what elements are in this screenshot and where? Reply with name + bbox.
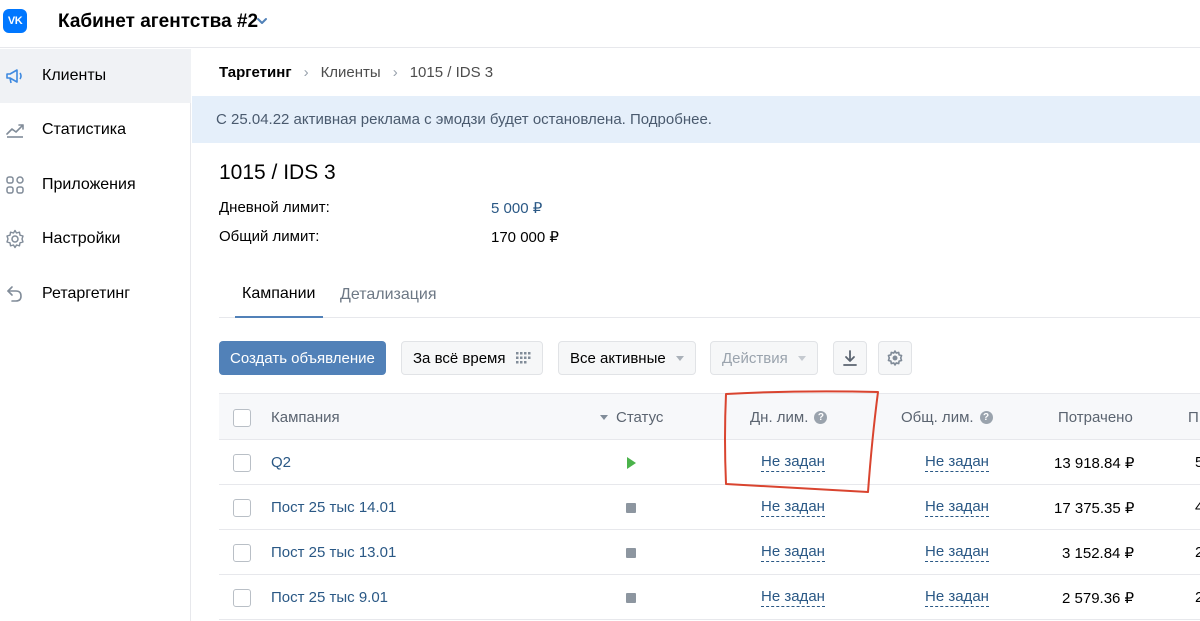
stop-icon[interactable] xyxy=(626,547,636,558)
sidebar-item-label: Статистика xyxy=(42,121,127,138)
play-icon[interactable] xyxy=(627,456,636,469)
help-icon[interactable]: ? xyxy=(814,411,828,424)
daily-limit-link[interactable]: Не задан xyxy=(761,588,825,607)
chevron-right-icon: › xyxy=(392,64,398,81)
row-checkbox[interactable] xyxy=(233,543,251,562)
sidebar: Клиенты Статистика Приложения Настройки … xyxy=(0,49,191,621)
vk-logo-icon[interactable]: VK xyxy=(3,9,27,33)
col-daily-limit[interactable]: Дн. лим. ? xyxy=(750,394,828,441)
chart-line-icon xyxy=(4,119,26,141)
chevron-down-icon[interactable] xyxy=(254,13,270,29)
daily-limit-label: Дневной лимит: xyxy=(219,199,330,216)
campaign-name[interactable]: Пост 25 тыс 9.01 xyxy=(271,589,388,606)
breadcrumb-root[interactable]: Таргетинг xyxy=(219,64,292,81)
spent-value: 17 375.35 ₽ xyxy=(1054,499,1135,517)
spent-value: 13 918.84 ₽ xyxy=(1054,454,1135,472)
gear-icon xyxy=(887,350,903,366)
tabs: Кампании Детализация xyxy=(219,271,1200,318)
help-icon[interactable]: ? xyxy=(979,411,993,424)
actions-select[interactable]: Действия xyxy=(710,341,818,375)
top-bar: VK Кабинет агентства #2 xyxy=(0,0,1200,48)
table-row[interactable]: Q2 Не задан Не задан 13 918.84 ₽ 5 xyxy=(219,440,1200,485)
sidebar-item-apps[interactable]: Приложения xyxy=(0,158,191,212)
sidebar-item-statistics[interactable]: Статистика xyxy=(0,103,191,157)
status-filter-select[interactable]: Все активные xyxy=(558,341,696,375)
download-button[interactable] xyxy=(833,341,867,375)
period-button[interactable]: За всё время xyxy=(401,341,544,375)
col-daily-limit-label: Дн. лим. xyxy=(750,409,809,426)
apps-grid-icon xyxy=(4,174,26,196)
stop-icon[interactable] xyxy=(626,592,636,603)
cabinet-title[interactable]: Кабинет агентства #2 xyxy=(58,11,258,33)
retarget-arrow-icon xyxy=(4,283,26,305)
period-label: За всё время xyxy=(413,349,506,367)
actions-label: Действия xyxy=(722,349,788,367)
select-all-checkbox[interactable] xyxy=(233,408,251,427)
col-spent[interactable]: Потрачено xyxy=(1058,394,1133,441)
create-ad-button[interactable]: Создать объявление xyxy=(219,341,386,375)
status-filter-label: Все активные xyxy=(570,349,666,367)
col-status-label: Статус xyxy=(616,409,664,426)
total-limit-link[interactable]: Не задан xyxy=(925,498,989,517)
daily-limit-value[interactable]: 5 000 ₽ xyxy=(491,199,542,217)
sidebar-item-clients[interactable]: Клиенты xyxy=(0,49,191,103)
sort-desc-icon xyxy=(600,415,608,420)
breadcrumb-current: 1015 / IDS 3 xyxy=(409,64,494,81)
table-header: Кампания Статус Дн. лим. ? Общ. лим. ? П… xyxy=(219,393,1200,440)
total-limit-value: 170 000 ₽ xyxy=(491,229,559,246)
breadcrumb-clients[interactable]: Клиенты xyxy=(321,64,381,81)
chevron-down-icon xyxy=(797,355,806,361)
spent-value: 3 152.84 ₽ xyxy=(1062,544,1135,562)
row-checkbox[interactable] xyxy=(233,588,251,607)
info-banner[interactable]: С 25.04.22 активная реклама с эмодзи буд… xyxy=(192,96,1200,143)
col-next[interactable]: П xyxy=(1188,394,1199,441)
chevron-down-icon xyxy=(675,355,684,361)
sidebar-item-label: Приложения xyxy=(42,176,136,193)
total-limit-link[interactable]: Не задан xyxy=(925,543,989,562)
sidebar-item-settings[interactable]: Настройки xyxy=(0,212,191,266)
col-campaign[interactable]: Кампания xyxy=(271,394,340,441)
table-row[interactable]: Пост 25 тыс 13.01 Не задан Не задан 3 15… xyxy=(219,530,1200,575)
banner-text: С 25.04.22 активная реклама с эмодзи буд… xyxy=(216,111,712,128)
calendar-grid-icon xyxy=(516,352,531,364)
next-col-value: 2 xyxy=(1195,589,1200,606)
tab-campaigns[interactable]: Кампании xyxy=(235,271,323,318)
sidebar-item-label: Ретаргетинг xyxy=(42,285,131,302)
daily-limit-link[interactable]: Не задан xyxy=(761,498,825,517)
table-row[interactable]: Пост 25 тыс 14.01 Не задан Не задан 17 3… xyxy=(219,485,1200,530)
next-col-value: 4 xyxy=(1195,499,1200,516)
download-icon xyxy=(843,350,857,366)
create-ad-label: Создать объявление xyxy=(230,349,375,367)
chevron-right-icon: › xyxy=(303,64,309,81)
total-limit-link[interactable]: Не задан xyxy=(925,588,989,607)
row-checkbox[interactable] xyxy=(233,453,251,472)
megaphone-icon xyxy=(4,65,26,87)
sidebar-item-retargeting[interactable]: Ретаргетинг xyxy=(0,267,191,321)
sidebar-item-label: Клиенты xyxy=(42,67,107,84)
campaign-name[interactable]: Пост 25 тыс 14.01 xyxy=(271,499,396,516)
col-total-limit-label: Общ. лим. xyxy=(901,409,974,426)
campaign-name[interactable]: Пост 25 тыс 13.01 xyxy=(271,544,396,561)
sidebar-item-label: Настройки xyxy=(42,230,121,247)
total-limit-label: Общий лимит: xyxy=(219,228,320,245)
spent-value: 2 579.36 ₽ xyxy=(1062,589,1135,607)
col-total-limit[interactable]: Общ. лим. ? xyxy=(901,394,993,441)
stop-icon[interactable] xyxy=(626,502,636,513)
table-row[interactable]: Пост 25 тыс 9.01 Не задан Не задан 2 579… xyxy=(219,575,1200,620)
settings-button[interactable] xyxy=(878,341,912,375)
campaign-name[interactable]: Q2 xyxy=(271,454,291,471)
daily-limit-link[interactable]: Не задан xyxy=(761,543,825,562)
row-checkbox[interactable] xyxy=(233,498,251,517)
col-status[interactable]: Статус xyxy=(600,394,663,441)
page-title: 1015 / IDS 3 xyxy=(219,161,336,184)
daily-limit-link[interactable]: Не задан xyxy=(761,453,825,472)
total-limit-link[interactable]: Не задан xyxy=(925,453,989,472)
breadcrumb: Таргетинг › Клиенты › 1015 / IDS 3 xyxy=(219,64,493,81)
gear-icon xyxy=(4,228,26,250)
next-col-value: 2 xyxy=(1195,544,1200,561)
next-col-value: 5 xyxy=(1195,454,1200,471)
tab-details[interactable]: Детализация xyxy=(340,271,437,318)
